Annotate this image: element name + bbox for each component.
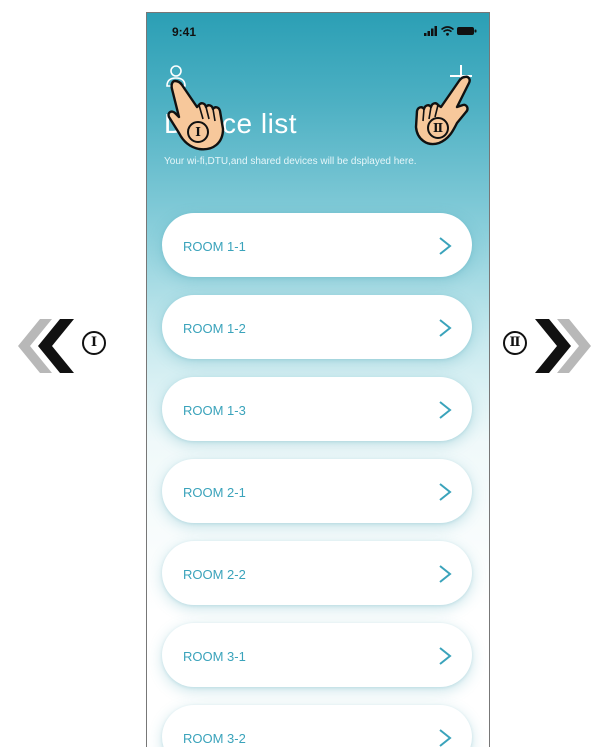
step-marker-1: Ⅰ <box>82 331 106 355</box>
device-name: ROOM 1-2 <box>183 321 246 336</box>
device-name: ROOM 2-2 <box>183 567 246 582</box>
device-row-room-1-2[interactable]: ROOM 1-2 <box>162 295 472 359</box>
hand-pointer-1: Ⅰ <box>165 77 231 153</box>
page-subtitle: Your wi-fi,DTU,and shared devices will b… <box>164 156 417 167</box>
device-name: ROOM 1-1 <box>183 239 246 254</box>
device-name: ROOM 3-1 <box>183 649 246 664</box>
hand-pointer-2: Ⅱ <box>411 73 481 151</box>
status-time: 9:41 <box>172 25 197 39</box>
next-screen-nav[interactable]: Ⅱ <box>503 316 603 376</box>
phone-screen: 9:41 Device list Your wi-fi,DTU,and shar… <box>146 12 490 747</box>
status-icons <box>424 26 477 36</box>
double-chevron-left-icon <box>18 319 74 373</box>
chevron-right-icon <box>439 401 452 419</box>
chevron-right-icon <box>439 565 452 583</box>
device-name: ROOM 2-1 <box>183 485 246 500</box>
device-row-room-3-1[interactable]: ROOM 3-1 <box>162 623 472 687</box>
chevron-right-icon <box>439 483 452 501</box>
device-row-room-1-1[interactable]: ROOM 1-1 <box>162 213 472 277</box>
chevron-right-icon <box>439 319 452 337</box>
chevron-right-icon <box>439 729 452 747</box>
wifi-icon <box>441 26 454 36</box>
device-row-room-1-3[interactable]: ROOM 1-3 <box>162 377 472 441</box>
device-name: ROOM 1-3 <box>183 403 246 418</box>
device-row-room-2-2[interactable]: ROOM 2-2 <box>162 541 472 605</box>
signal-icon <box>424 26 437 36</box>
double-chevron-right-icon <box>535 319 591 373</box>
device-name: ROOM 3-2 <box>183 731 246 746</box>
battery-icon <box>457 27 477 35</box>
hand-marker-1: Ⅰ <box>187 121 209 143</box>
device-row-room-2-1[interactable]: ROOM 2-1 <box>162 459 472 523</box>
pointing-hand-icon <box>414 75 471 146</box>
status-bar: 9:41 <box>147 13 489 49</box>
previous-screen-nav[interactable]: Ⅰ <box>6 316 112 376</box>
chevron-right-icon <box>439 647 452 665</box>
chevron-right-icon <box>439 237 452 255</box>
step-marker-2: Ⅱ <box>503 331 527 355</box>
device-row-room-3-2[interactable]: ROOM 3-2 <box>162 705 472 747</box>
hand-marker-2: Ⅱ <box>427 117 449 139</box>
